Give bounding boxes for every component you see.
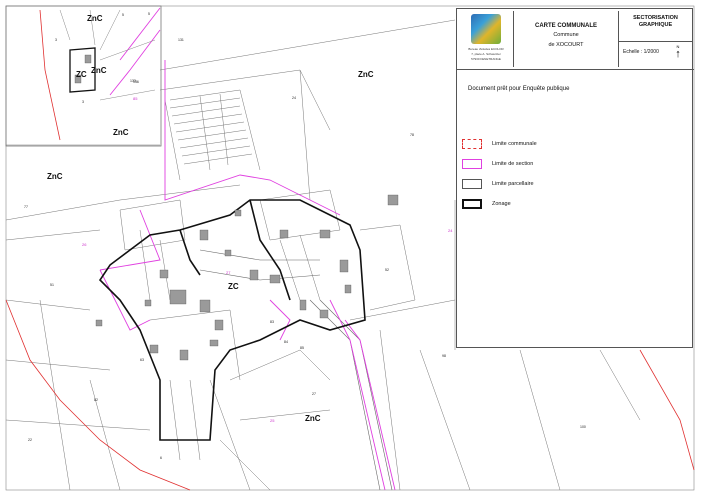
parcel-number: 52 bbox=[385, 268, 389, 272]
parcel-number: 131 bbox=[178, 38, 184, 42]
enquete-notice: Document prêt pour Enquête publique bbox=[468, 86, 570, 92]
parcel-number: 24 bbox=[292, 96, 296, 100]
parcel-number: 83 bbox=[270, 320, 274, 324]
ecolor-logo: Bureau d'études ECOLOR 7, place A. Schwe… bbox=[459, 11, 514, 67]
parcel-number: 27 bbox=[312, 392, 316, 396]
parcel-number: 22 bbox=[28, 438, 32, 442]
parcel-number: 82 bbox=[94, 398, 98, 402]
title-block: CARTE COMMUNALE Commune de XOCOURT bbox=[514, 11, 619, 67]
parcel-number: 78 bbox=[410, 133, 414, 137]
legend-swatch-zonage bbox=[462, 199, 482, 209]
parcel-number: 84 bbox=[284, 340, 288, 344]
section-number: 26 bbox=[82, 242, 87, 247]
section-number: 27 bbox=[226, 270, 231, 275]
parcel-number: 5 bbox=[148, 12, 150, 16]
cartouche-header: Bureau d'études ECOLOR 7, place A. Schwe… bbox=[457, 9, 694, 70]
zone-label-main-zc: ZC bbox=[228, 282, 239, 291]
sectorisation-title-2: GRAPHIQUE bbox=[638, 22, 673, 28]
map-title: CARTE COMMUNALE bbox=[535, 23, 597, 29]
legend-label: Limite communale bbox=[492, 141, 537, 147]
cartouche-panel: Bureau d'études ECOLOR 7, place A. Schwe… bbox=[456, 8, 694, 348]
zone-label-inset-znc-bottom: ZnC bbox=[113, 128, 129, 137]
legend-label: Limite parcellaire bbox=[492, 181, 534, 187]
zone-label-main-znc-w: ZnC bbox=[47, 172, 63, 181]
zone-label-inset-znc-mid: ZnC bbox=[91, 66, 107, 75]
north-arrow-icon: N ↑ bbox=[669, 44, 687, 64]
parcel-number: 6 bbox=[160, 456, 162, 460]
legend-label: Limite de section bbox=[492, 161, 534, 167]
parcel-number: 51 bbox=[50, 283, 54, 287]
section-number: 85 bbox=[133, 96, 138, 101]
scale-label: Echelle : 1/2000 bbox=[623, 49, 659, 55]
zone-label-inset-znc-top: ZnC bbox=[87, 14, 103, 23]
legend-swatch-parcelle bbox=[462, 179, 482, 189]
commune-label: Commune bbox=[553, 32, 579, 38]
legend-label: Zonage bbox=[492, 201, 511, 207]
parcel-number: 3 bbox=[82, 100, 84, 104]
parcel-number: 3 bbox=[55, 38, 57, 42]
legend-swatch-section bbox=[462, 159, 482, 169]
zone-label-main-znc-s: ZnC bbox=[305, 414, 321, 423]
logo-text-3: 57930 FENETRANGE bbox=[471, 57, 501, 61]
zone-label-main-znc-ne: ZnC bbox=[358, 70, 374, 79]
parcel-number: 85 bbox=[300, 346, 304, 350]
parcel-number: 98 bbox=[442, 354, 446, 358]
sectorisation-block: SECTORISATION GRAPHIQUE Echelle : 1/2000… bbox=[619, 11, 692, 67]
legend-swatch-communal bbox=[462, 139, 482, 149]
ecolor-logo-graphic bbox=[471, 14, 501, 44]
parcel-number: 77 bbox=[24, 205, 28, 209]
logo-text-2: 7, place A. Schweitzer bbox=[471, 52, 501, 56]
parcel-number: 5 bbox=[122, 13, 124, 17]
parcel-number: 100 bbox=[580, 425, 586, 429]
logo-text-1: Bureau d'études ECOLOR bbox=[468, 47, 504, 51]
sectorisation-title-1: SECTORISATION bbox=[633, 15, 678, 21]
section-number: 24 bbox=[448, 228, 453, 233]
parcel-number: 136 bbox=[133, 80, 139, 84]
commune-name: de XOCOURT bbox=[548, 42, 584, 48]
parcel-number: 63 bbox=[140, 358, 144, 362]
section-number: 25 bbox=[270, 418, 275, 423]
zone-label-inset-zc: ZC bbox=[76, 70, 87, 79]
